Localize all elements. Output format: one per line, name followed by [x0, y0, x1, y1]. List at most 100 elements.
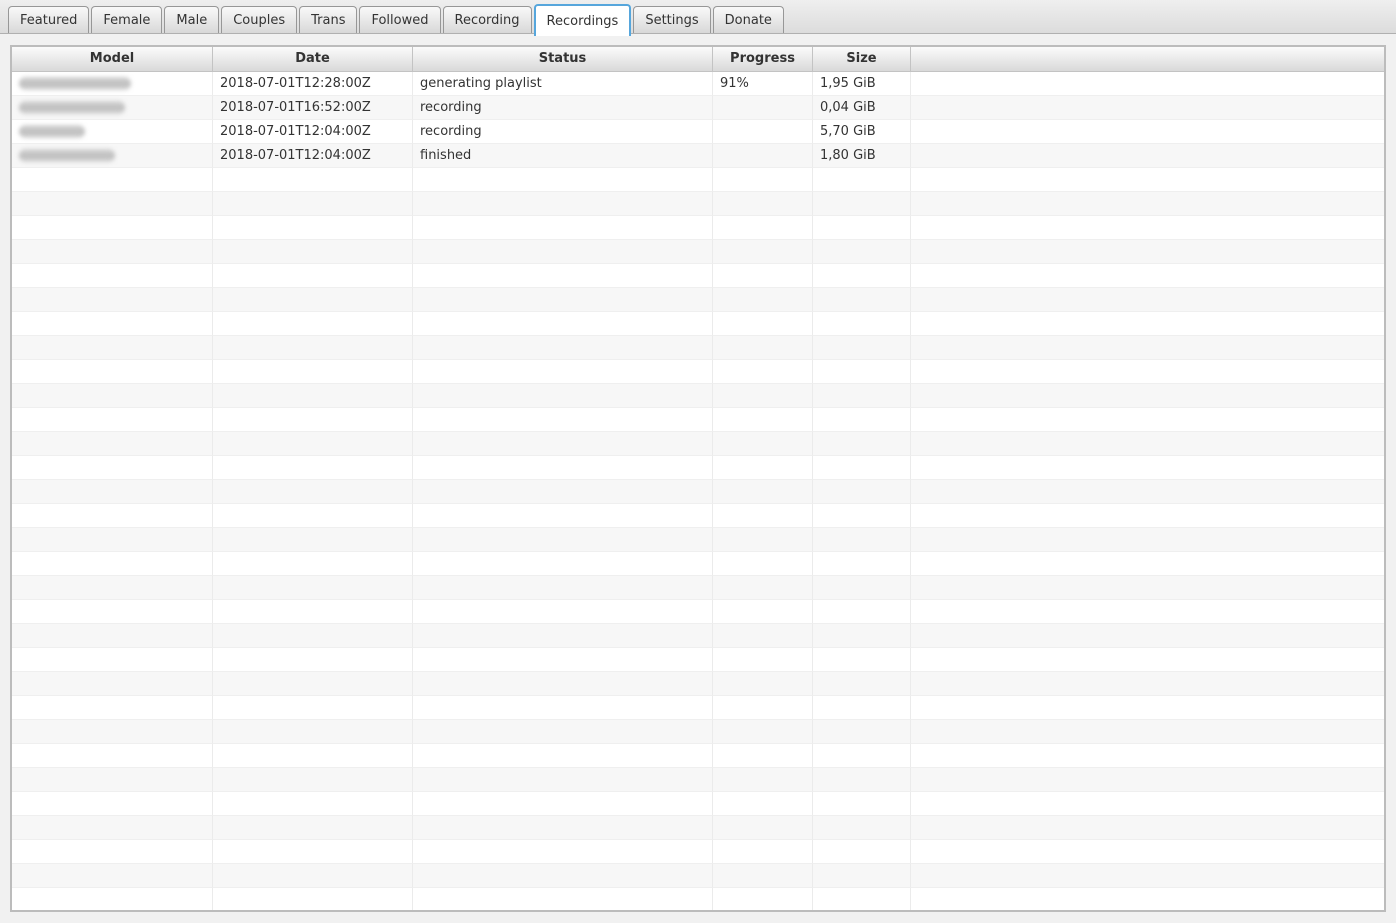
cell-status — [413, 888, 713, 912]
empty-table-row[interactable] — [12, 816, 1384, 840]
empty-table-row[interactable] — [12, 288, 1384, 312]
cell-status — [413, 480, 713, 504]
tab-label: Female — [103, 13, 150, 28]
column-header-size[interactable]: Size — [813, 47, 911, 72]
cell-filler — [911, 384, 1384, 408]
empty-table-row[interactable] — [12, 480, 1384, 504]
empty-table-row[interactable] — [12, 768, 1384, 792]
empty-table-row[interactable] — [12, 312, 1384, 336]
cell-progress — [713, 672, 813, 696]
empty-table-row[interactable] — [12, 192, 1384, 216]
cell-status — [413, 600, 713, 624]
cell-status — [413, 648, 713, 672]
cell-status — [413, 840, 713, 864]
cell-progress — [713, 456, 813, 480]
tab-label: Recordings — [547, 14, 619, 29]
cell-status — [413, 504, 713, 528]
table-row[interactable]: 2018-07-01T12:28:00Zgenerating playlist9… — [12, 72, 1384, 96]
tab-male[interactable]: Male — [164, 6, 219, 33]
redacted-model-name — [19, 77, 131, 90]
cell-progress — [713, 816, 813, 840]
cell-model — [12, 624, 213, 648]
table-row[interactable]: 2018-07-01T12:04:00Zfinished1,80 GiB — [12, 144, 1384, 168]
empty-table-row[interactable] — [12, 432, 1384, 456]
cell-model — [12, 432, 213, 456]
tab-recordings[interactable]: Recordings — [534, 4, 632, 36]
cell-status — [413, 864, 713, 888]
cell-progress — [713, 384, 813, 408]
cell-progress — [713, 288, 813, 312]
empty-table-row[interactable] — [12, 168, 1384, 192]
tab-donate[interactable]: Donate — [713, 6, 784, 33]
column-header-status[interactable]: Status — [413, 47, 713, 72]
empty-table-row[interactable] — [12, 720, 1384, 744]
empty-table-row[interactable] — [12, 792, 1384, 816]
tab-trans[interactable]: Trans — [299, 6, 357, 33]
tab-recording[interactable]: Recording — [443, 6, 532, 33]
empty-table-row[interactable] — [12, 264, 1384, 288]
column-header-model[interactable]: Model — [12, 47, 213, 72]
cell-progress: 91% — [713, 72, 813, 96]
cell-filler — [911, 288, 1384, 312]
cell-filler — [911, 744, 1384, 768]
empty-table-row[interactable] — [12, 240, 1384, 264]
cell-filler — [911, 240, 1384, 264]
cell-filler — [911, 888, 1384, 912]
cell-model — [12, 72, 213, 96]
cell-model — [12, 480, 213, 504]
cell-size — [813, 360, 911, 384]
cell-model — [12, 576, 213, 600]
empty-table-row[interactable] — [12, 456, 1384, 480]
empty-table-row[interactable] — [12, 624, 1384, 648]
column-header-filler — [911, 47, 1384, 72]
empty-table-row[interactable] — [12, 504, 1384, 528]
tab-label: Male — [176, 13, 207, 28]
empty-table-row[interactable] — [12, 744, 1384, 768]
tab-label: Featured — [20, 13, 77, 28]
empty-table-row[interactable] — [12, 672, 1384, 696]
table-row[interactable]: 2018-07-01T16:52:00Zrecording0,04 GiB — [12, 96, 1384, 120]
tab-featured[interactable]: Featured — [8, 6, 89, 33]
cell-size — [813, 168, 911, 192]
cell-status — [413, 768, 713, 792]
cell-filler — [911, 792, 1384, 816]
cell-progress — [713, 888, 813, 912]
empty-table-row[interactable] — [12, 888, 1384, 912]
cell-model — [12, 600, 213, 624]
cell-date — [213, 768, 413, 792]
cell-model — [12, 840, 213, 864]
empty-table-row[interactable] — [12, 600, 1384, 624]
empty-table-row[interactable] — [12, 216, 1384, 240]
cell-date — [213, 576, 413, 600]
cell-status — [413, 792, 713, 816]
cell-date — [213, 240, 413, 264]
empty-table-row[interactable] — [12, 864, 1384, 888]
empty-table-row[interactable] — [12, 696, 1384, 720]
cell-model — [12, 216, 213, 240]
cell-date — [213, 456, 413, 480]
empty-table-row[interactable] — [12, 360, 1384, 384]
tab-settings[interactable]: Settings — [633, 6, 710, 33]
tab-followed[interactable]: Followed — [359, 6, 440, 33]
empty-table-row[interactable] — [12, 840, 1384, 864]
cell-date — [213, 696, 413, 720]
table-row[interactable]: 2018-07-01T12:04:00Zrecording5,70 GiB — [12, 120, 1384, 144]
column-header-progress[interactable]: Progress — [713, 47, 813, 72]
empty-table-row[interactable] — [12, 384, 1384, 408]
empty-table-row[interactable] — [12, 336, 1384, 360]
tab-couples[interactable]: Couples — [221, 6, 297, 33]
empty-table-row[interactable] — [12, 552, 1384, 576]
tab-female[interactable]: Female — [91, 6, 162, 33]
cell-date — [213, 288, 413, 312]
column-header-date[interactable]: Date — [213, 47, 413, 72]
cell-progress — [713, 336, 813, 360]
cell-size — [813, 216, 911, 240]
empty-table-row[interactable] — [12, 528, 1384, 552]
empty-table-row[interactable] — [12, 576, 1384, 600]
empty-table-row[interactable] — [12, 648, 1384, 672]
empty-table-row[interactable] — [12, 408, 1384, 432]
tab-label: Recording — [455, 13, 520, 28]
cell-status: generating playlist — [413, 72, 713, 96]
cell-date — [213, 384, 413, 408]
cell-model — [12, 744, 213, 768]
